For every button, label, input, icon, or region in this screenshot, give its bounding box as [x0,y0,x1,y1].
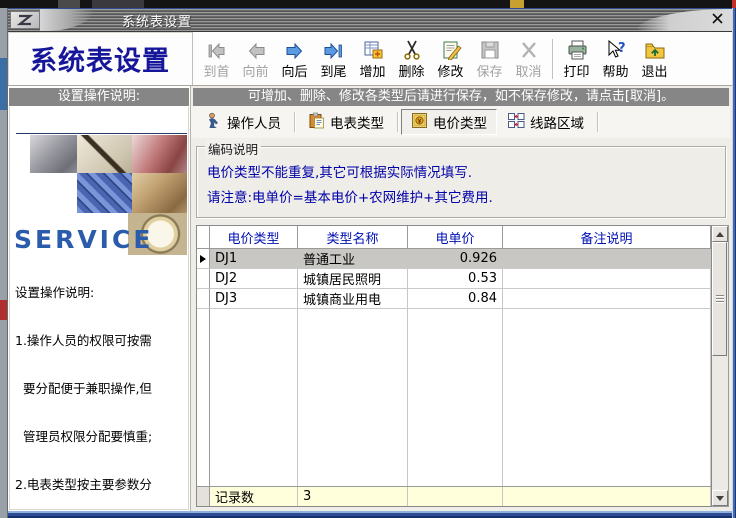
groupbox-title: 编码说明 [205,139,261,158]
previous-record-icon [245,38,267,60]
grid-corner-cell [197,226,210,248]
scroll-down-button[interactable] [712,490,728,506]
table-row[interactable]: DJ3 城镇商业用电 0.84 [197,289,711,309]
grid-empty-area [197,309,711,486]
vertical-scrollbar [712,225,729,507]
tab-price-types[interactable]: 电价类型 [401,109,497,135]
info-bar: 可增加、删除、修改各类型后请进行保存，如不保存修改，请点击[取消]。 [193,88,729,106]
add-icon [362,38,384,60]
toolbar-button-modify[interactable]: 修改 [431,35,470,83]
toolbar-row: 系统表设置 到首 向前 向后 [8,32,736,86]
photo-tile-pen [77,135,132,173]
instructions-text: 设置操作说明: 1.操作人员的权限可按需 要分配便于兼职操作,但 管理员权限分配… [15,253,164,510]
current-row-indicator [197,249,210,268]
app-logo-icon [10,11,40,29]
column-header: 电单价 [408,226,503,248]
price-type-grid: 电价类型 类型名称 电单价 备注说明 DJ1 普通工业 0.926 [196,225,729,507]
window-right-edge [732,8,736,518]
scroll-up-button[interactable] [712,226,728,242]
tab-line-regions[interactable]: 线路区域 [497,109,594,135]
photo-tile-hand-coins [132,173,187,213]
next-record-icon [284,38,306,60]
tab-operators[interactable]: 操作人员 [195,109,291,135]
note-line: 电价类型不能重复,其它可根据实际情况填写. [207,161,717,186]
toolbar-separator [552,39,553,79]
scrollbar-track[interactable] [712,242,728,490]
toolbar-button-exit[interactable]: 退出 [635,35,674,83]
help-cursor-icon: ? [605,38,627,60]
column-header: 备注说明 [503,226,711,248]
arrow-down-icon [716,496,724,501]
tab-separator [397,112,398,132]
toolbar-button-cancel[interactable]: 取消 [509,35,548,83]
exit-folder-icon [644,38,666,60]
column-header: 类型名称 [298,226,408,248]
toolbar-button-delete[interactable]: 删除 [392,35,431,83]
tab-separator [597,112,598,132]
svg-text:?: ? [618,41,626,56]
window-bottom-edge [8,511,736,518]
toolbar-button-next[interactable]: 向后 [275,35,314,83]
record-count-value: 3 [298,487,408,506]
tabstrip: 操作人员 电表类型 电价类型 [191,106,730,138]
record-count-row: 记录数 3 [197,486,711,506]
price-type-money-icon [411,112,428,133]
desktop-top-strip [0,0,736,8]
window-body: 设置操作说明: SERVICE 设置操作说明: 1.操作人员的权限可按需 要分配… [8,86,736,511]
sidebar-divider-line [16,133,187,134]
photo-tile-metal-tools [30,135,77,173]
service-wordmark: SERVICE [14,225,153,254]
column-header: 电价类型 [210,226,298,248]
photo-tile-keyboard [77,173,132,213]
toolbar-button-print[interactable]: 打印 [557,35,596,83]
table-row[interactable]: DJ2 城镇居民照明 0.53 [197,269,711,289]
sidebar-header: 设置操作说明: [9,88,189,106]
thumb-grip [716,295,724,303]
toolbar-button-first[interactable]: 到首 [197,35,236,83]
delete-scissors-icon [401,38,423,60]
page-title: 系统表设置 [8,32,193,85]
toolbar-button-save[interactable]: 保存 [470,35,509,83]
arrow-up-icon [716,232,724,237]
toolbar-button-previous[interactable]: 向前 [236,35,275,83]
cancel-x-icon [518,38,540,60]
meter-type-clipboard-icon [308,112,325,133]
record-count-label: 记录数 [210,487,298,506]
toolbar-button-last[interactable]: 到尾 [314,35,353,83]
app-window: 系统表设置 系统表设置 到首 [7,8,736,518]
screen: 系统表设置 系统表设置 到首 [0,0,736,518]
tab-separator [294,112,295,132]
close-icon [712,13,723,27]
coding-notes-groupbox: 编码说明 电价类型不能重复,其它可根据实际情况填写. 请注意:电单价=基本电价+… [196,146,726,218]
window-title: 系统表设置 [122,11,192,30]
note-line: 请注意:电单价=基本电价+农网维护+其它费用. [207,186,717,211]
tab-meter-types[interactable]: 电表类型 [298,109,394,135]
table-row[interactable]: DJ1 普通工业 0.926 [197,249,711,269]
titlebar[interactable]: 系统表设置 [8,8,736,32]
edit-icon [440,38,462,60]
save-floppy-icon [479,38,501,60]
photo-tile-red-tools [132,135,187,173]
first-record-icon [206,38,228,60]
close-button[interactable] [708,12,726,28]
operator-person-icon [205,112,222,133]
main-panel: 可增加、删除、修改各类型后请进行保存，如不保存修改，请点击[取消]。 操作人员 [191,86,736,511]
toolbar: 到首 向前 向后 到尾 [193,32,736,85]
titlebar-swoosh [40,9,94,31]
toolbar-button-add[interactable]: 增加 [353,35,392,83]
toolbar-button-help[interactable]: ? 帮助 [596,35,635,83]
sidebar-content: SERVICE 设置操作说明: 1.操作人员的权限可按需 要分配便于兼职操作,但… [9,107,189,510]
print-icon [566,38,588,60]
last-record-icon [323,38,345,60]
line-region-icon [507,112,525,133]
grid-table: 电价类型 类型名称 电单价 备注说明 DJ1 普通工业 0.926 [196,225,712,507]
scrollbar-thumb[interactable] [712,242,727,356]
titlebar-right-cap [636,9,732,31]
grid-header-row: 电价类型 类型名称 电单价 备注说明 [197,226,711,249]
sidebar: 设置操作说明: SERVICE 设置操作说明: 1.操作人员的权限可按需 要分配… [8,86,191,511]
desktop-left-strip [0,8,7,518]
